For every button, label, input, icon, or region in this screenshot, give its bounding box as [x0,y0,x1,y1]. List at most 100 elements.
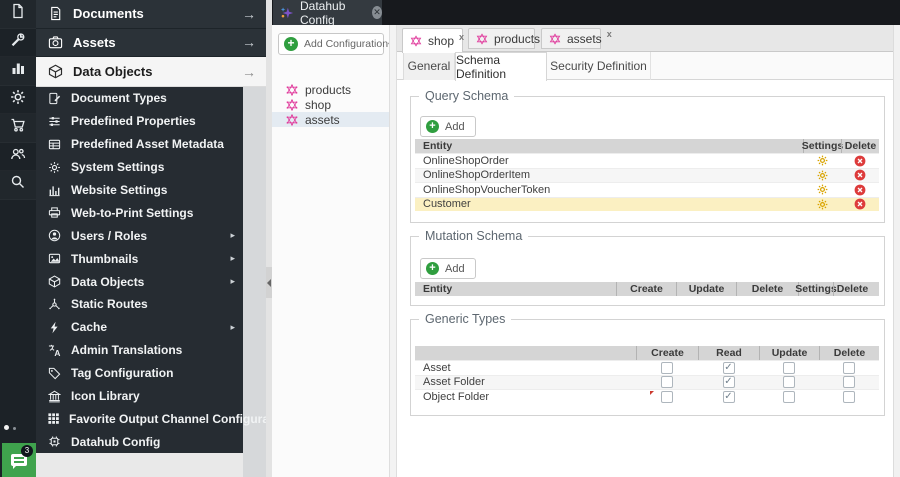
accordion-data-objects[interactable]: Data Objects → [36,57,266,87]
config-tab-assets[interactable]: assets x [541,28,612,49]
tab-schema-definition[interactable]: Schema Definition [455,52,547,81]
menu-item-system-settings[interactable]: System Settings [36,156,243,179]
graphql-icon [476,32,488,45]
menu-item-data-objects[interactable]: Data Objects ▸ [36,270,243,293]
expand-arrow-icon: → [242,34,256,51]
delete-checkbox[interactable]: ✓ [843,376,855,389]
update-checkbox[interactable]: ✓ [783,390,795,403]
table-row[interactable]: Object Folder ✓ ✓ ✓ ✓ [415,389,879,404]
rail-search-button[interactable] [0,171,36,200]
menu-item-tag-configuration[interactable]: Tag Configuration [36,362,243,385]
dirty-cell: ✓ [636,390,698,404]
read-checkbox[interactable]: ✓ [722,390,735,403]
tree-item-products[interactable]: products [272,82,389,97]
mutation-schema-grid: Entity Create Update Delete Settings Del… [415,282,879,296]
close-icon[interactable]: x [459,32,464,42]
delete-checkbox[interactable]: ✓ [843,390,855,403]
update-checkbox[interactable]: ✓ [783,376,795,389]
user-icon [47,229,62,242]
delete-icon[interactable] [854,155,866,167]
feedback-chat-button[interactable]: 3 [2,443,36,477]
accordion-assets[interactable]: Assets → [36,28,266,57]
menu-item-website-settings[interactable]: Website Settings [36,179,243,202]
tree-item-assets[interactable]: assets [272,112,389,127]
grid-icon [47,412,60,425]
tree-main-splitter[interactable] [389,25,397,477]
close-icon[interactable]: ✕ [372,6,382,19]
menu-item-favorite-output-channel-configurations[interactable]: Favorite Output Channel Configurations [36,407,298,430]
create-checkbox[interactable]: ✓ [661,361,673,374]
delete-icon[interactable] [854,169,866,181]
menu-item-static-routes[interactable]: Static Routes [36,293,243,316]
cube-icon [47,275,62,288]
svg-text:A: A [54,348,60,357]
table-row-selected[interactable]: Customer [415,196,879,211]
image-icon [47,252,62,265]
settings-gear-icon[interactable] [817,170,828,181]
rail-ecommerce-button[interactable] [0,114,36,143]
create-checkbox[interactable]: ✓ [661,376,673,389]
menu-item-admin-translations[interactable]: A Admin Translations [36,339,243,362]
expand-arrow-icon: → [242,5,256,22]
main-menu: Documents → Assets → Data Objects → Docu… [36,0,298,477]
status-dot [13,427,16,430]
rail-reports-button[interactable] [0,57,36,86]
menu-item-icon-library[interactable]: Icon Library [36,385,243,408]
menu-item-thumbnails[interactable]: Thumbnails ▸ [36,247,243,270]
tab-security-definition[interactable]: Security Definition [547,52,651,80]
config-editor-panel: shop x products x assets x General Schem… [397,25,893,477]
settings-gear-icon[interactable] [817,155,828,166]
tree-item-shop[interactable]: shop [272,97,389,112]
query-schema-fieldset: Query Schema + Add Entity Settings Delet… [410,89,885,223]
menu-item-cache[interactable]: Cache ▸ [36,316,243,339]
menu-item-web-to-print-settings[interactable]: Web-to-Print Settings [36,201,243,224]
bar-chart-icon [10,60,26,81]
rail-settings-button[interactable] [0,86,36,115]
config-tab-shop[interactable]: shop x [402,28,464,53]
icon-rail [0,0,36,477]
table-row[interactable]: OnlineShopVoucherToken [415,182,879,197]
website-settings-icon [47,184,62,197]
menu-item-predefined-asset-metadata[interactable]: Predefined Asset Metadata [36,133,243,156]
menu-item-document-types[interactable]: Document Types [36,87,243,110]
menu-item-predefined-properties[interactable]: Predefined Properties [36,110,243,133]
rail-users-button[interactable] [0,143,36,172]
create-checkbox[interactable]: ✓ [661,390,673,403]
plus-icon: + [426,262,439,275]
sliders-icon [47,115,62,128]
update-checkbox[interactable]: ✓ [783,361,795,374]
cart-icon [10,117,26,138]
add-configuration-button[interactable]: + Add Configuration ▾ [278,33,392,55]
menu-item-users-roles[interactable]: Users / Roles ▸ [36,224,243,247]
wrench-icon [10,32,26,53]
network-icon [47,298,62,311]
settings-gear-icon[interactable] [817,184,828,195]
rail-tools-button[interactable] [0,29,36,58]
plus-icon: + [426,120,439,133]
query-schema-add-button[interactable]: + Add [420,116,476,137]
accordion-label: Data Objects [73,64,153,79]
submenu-arrow-icon: ▸ [230,321,235,332]
read-checkbox[interactable]: ✓ [722,376,735,389]
delete-icon[interactable] [854,198,866,210]
chip-icon [47,435,62,448]
table-row[interactable]: OnlineShopOrderItem [415,167,879,182]
plus-icon: + [284,37,298,51]
delete-checkbox[interactable]: ✓ [843,361,855,374]
close-icon[interactable]: x [607,29,612,39]
mutation-schema-add-button[interactable]: + Add [420,258,476,279]
grid-header: Entity Settings Delete [415,139,879,153]
accordion-documents[interactable]: Documents → [36,0,266,29]
window-tab-datahub-config[interactable]: Datahub Config ✕ [273,0,382,27]
document-types-icon [47,92,62,105]
table-row[interactable]: Asset ✓ ✓ ✓ ✓ [415,360,879,375]
tab-general[interactable]: General [403,52,455,80]
config-tab-products[interactable]: products x [468,28,550,49]
rail-file-button[interactable] [0,0,36,29]
delete-icon[interactable] [854,184,866,196]
settings-gear-icon[interactable] [817,199,828,210]
menu-item-datahub-config[interactable]: Datahub Config [36,430,243,453]
table-row[interactable]: OnlineShopOrder [415,153,879,168]
read-checkbox[interactable]: ✓ [722,361,735,374]
table-row[interactable]: Asset Folder ✓ ✓ ✓ ✓ [415,374,879,389]
